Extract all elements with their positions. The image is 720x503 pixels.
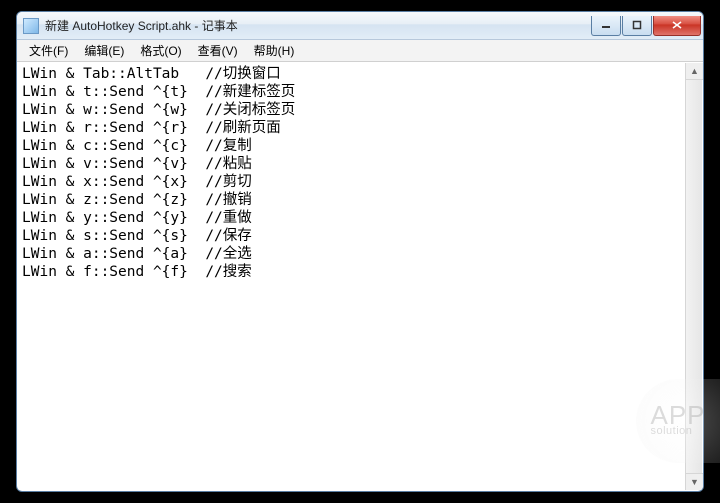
chevron-down-icon: ▼ [690,477,699,487]
scroll-down-button[interactable]: ▼ [686,473,703,490]
menu-bar: 文件(F) 编辑(E) 格式(O) 查看(V) 帮助(H) [17,40,703,62]
notepad-icon [23,18,39,34]
window-title: 新建 AutoHotkey Script.ahk - 记事本 [45,17,590,34]
menu-file[interactable]: 文件(F) [21,40,76,61]
maximize-button[interactable] [622,16,652,36]
menu-view[interactable]: 查看(V) [190,40,246,61]
scroll-up-button[interactable]: ▲ [686,63,703,80]
window-controls [590,16,701,36]
close-button[interactable] [653,16,701,36]
maximize-icon [632,20,642,30]
menu-edit[interactable]: 编辑(E) [76,40,132,61]
minimize-button[interactable] [591,16,621,36]
minimize-icon [601,20,611,30]
menu-format[interactable]: 格式(O) [132,40,189,61]
app-window: 新建 AutoHotkey Script.ahk - 记事本 文件(F) 编辑(… [16,11,704,492]
vertical-scrollbar[interactable]: ▲ ▼ [685,63,702,490]
title-bar[interactable]: 新建 AutoHotkey Script.ahk - 记事本 [17,12,703,40]
menu-help[interactable]: 帮助(H) [246,40,303,61]
chevron-up-icon: ▲ [690,66,699,76]
close-icon [671,20,683,30]
text-content[interactable]: LWin & Tab::AltTab //切换窗口 LWin & t::Send… [18,63,685,490]
editor-area: LWin & Tab::AltTab //切换窗口 LWin & t::Send… [18,63,702,490]
